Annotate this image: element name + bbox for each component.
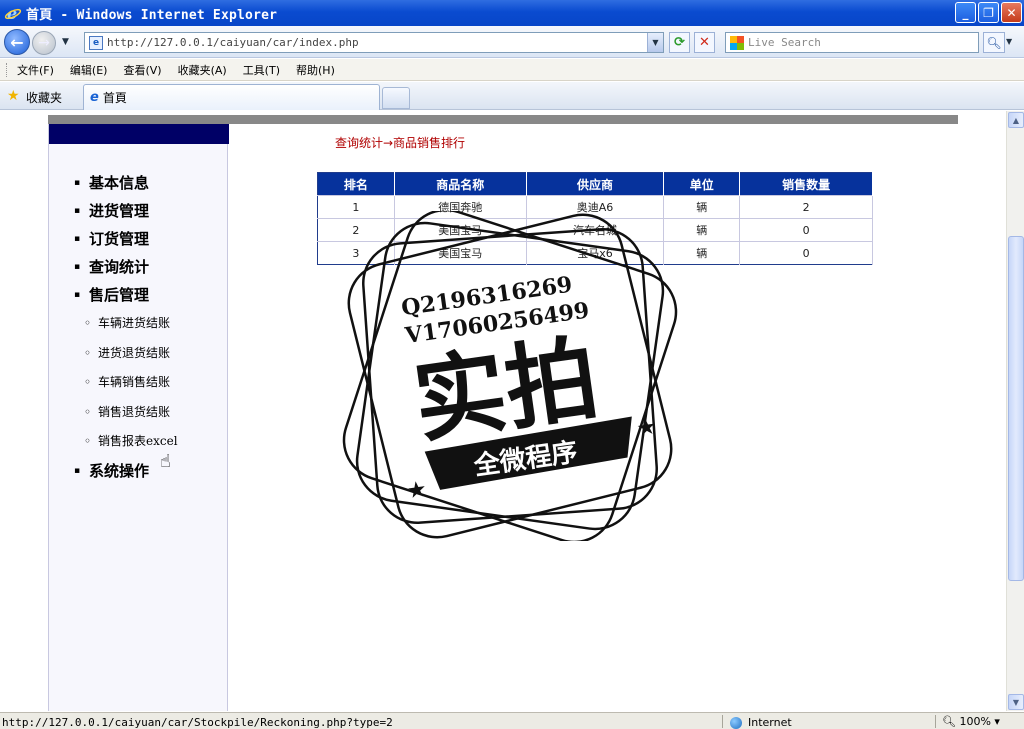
- page-icon: e: [89, 35, 103, 50]
- status-divider: [722, 715, 723, 728]
- sidebar-subitem-vehicle-purchase-settlement[interactable]: 车辆进货结账: [74, 309, 178, 339]
- forward-button[interactable]: →: [32, 31, 56, 55]
- refresh-button[interactable]: ⟳: [669, 32, 690, 53]
- menu-help[interactable]: 帮助(H): [296, 62, 335, 78]
- search-button[interactable]: 🔍︎: [983, 32, 1005, 53]
- table-cell: 2: [739, 195, 873, 219]
- zone-label: Internet: [748, 716, 792, 729]
- globe-icon: [730, 716, 742, 729]
- sidebar-item-purchasing[interactable]: 进货管理: [74, 197, 178, 225]
- zoom-value: 100%: [959, 715, 991, 728]
- table-cell: 0: [739, 241, 873, 265]
- page-content: 基本信息 进货管理 订货管理 查询统计 售后管理 车辆进货结账 进货退货结账 车…: [0, 111, 1006, 711]
- ie-tab-icon: e: [90, 90, 99, 105]
- sidebar-header: [49, 124, 229, 144]
- breadcrumb: 查询统计→商品销售排行: [335, 136, 466, 150]
- close-button[interactable]: ✕: [1001, 2, 1022, 23]
- window-titlebar: e 首頁 - Windows Internet Explorer _ ❐ ✕: [0, 0, 1024, 26]
- scroll-down-icon[interactable]: ▼: [1008, 694, 1024, 710]
- scroll-thumb[interactable]: [1008, 236, 1024, 581]
- favorites-star-icon[interactable]: ★: [7, 88, 20, 104]
- column-header: 供应商: [526, 172, 665, 196]
- menu-bar: 文件(F) 编辑(E) 查看(V) 收藏夹(A) 工具(T) 帮助(H): [0, 59, 1024, 81]
- column-header: 销售数量: [739, 172, 873, 196]
- status-bar: http://127.0.0.1/caiyuan/car/Stockpile/R…: [0, 712, 1024, 729]
- back-button[interactable]: ←: [4, 29, 30, 55]
- sidebar: 基本信息 进货管理 订货管理 查询统计 售后管理 车辆进货结账 进货退货结账 车…: [48, 124, 229, 711]
- sidebar-subitem-vehicle-sales-settlement[interactable]: 车辆销售结账: [74, 368, 178, 398]
- zoom-level[interactable]: 🔍︎ 100% ▾: [942, 715, 1000, 728]
- search-box[interactable]: Live Search: [725, 32, 979, 53]
- sidebar-item-query-stats[interactable]: 查询统计: [74, 253, 178, 281]
- history-dropdown-icon[interactable]: ▼: [62, 37, 69, 47]
- address-dropdown-icon[interactable]: ▼: [647, 33, 663, 52]
- tab-title: 首頁: [102, 91, 127, 105]
- sidebar-subitem-sales-return-settlement[interactable]: 销售退货结账: [74, 398, 178, 428]
- sidebar-item-ordering[interactable]: 订货管理: [74, 225, 178, 253]
- status-url: http://127.0.0.1/caiyuan/car/Stockpile/R…: [2, 716, 393, 729]
- sidebar-subitem-purchase-return-settlement[interactable]: 进货退货结账: [74, 339, 178, 369]
- new-tab-button[interactable]: [382, 87, 410, 109]
- column-header: 排名: [317, 172, 395, 196]
- toolbar-grip: [6, 62, 9, 77]
- sidebar-nav: 基本信息 进货管理 订货管理 查询统计 售后管理 车辆进货结账 进货退货结账 车…: [74, 169, 178, 485]
- menu-edit[interactable]: 编辑(E): [70, 62, 108, 78]
- status-divider: [935, 715, 936, 728]
- star-icon: ★: [635, 414, 658, 442]
- table-header-row: 排名 商品名称 供应商 单位 销售数量: [317, 172, 873, 196]
- favorites-bar: ★ 收藏夹 e 首頁: [0, 82, 1024, 110]
- column-header: 商品名称: [394, 172, 527, 196]
- hand-cursor-icon: ☝: [160, 451, 171, 472]
- search-options-icon[interactable]: ▼: [1006, 37, 1012, 46]
- navigation-bar: ← → ▼ e http://127.0.0.1/caiyuan/car/ind…: [0, 26, 1024, 58]
- table-cell: 0: [739, 218, 873, 242]
- search-placeholder[interactable]: Live Search: [748, 36, 821, 49]
- menu-file[interactable]: 文件(F): [17, 62, 54, 78]
- menu-view[interactable]: 查看(V): [123, 62, 161, 78]
- vertical-scrollbar[interactable]: ▲ ▼: [1006, 111, 1024, 711]
- address-bar[interactable]: e http://127.0.0.1/caiyuan/car/index.php…: [84, 32, 664, 53]
- header-strip: [48, 115, 958, 124]
- windows-logo-icon: [730, 35, 744, 50]
- sidebar-item-basic-info[interactable]: 基本信息: [74, 169, 178, 197]
- favorites-button[interactable]: 收藏夹: [26, 89, 62, 106]
- star-icon: ★: [405, 477, 428, 505]
- tab-home[interactable]: e 首頁: [83, 84, 380, 110]
- menu-favorites[interactable]: 收藏夹(A): [178, 62, 227, 78]
- address-url[interactable]: http://127.0.0.1/caiyuan/car/index.php: [107, 36, 359, 49]
- stop-button[interactable]: ✕: [694, 32, 715, 53]
- window-title: 首頁 - Windows Internet Explorer: [26, 7, 278, 23]
- minimize-button[interactable]: _: [955, 2, 976, 23]
- ie-logo-icon: e: [4, 4, 22, 22]
- menu-tools[interactable]: 工具(T): [243, 62, 280, 78]
- security-zone[interactable]: Internet: [730, 716, 792, 729]
- watermark-stamp: Q2196316269 V17060256499 实拍 全微程序 ★ ★: [342, 211, 678, 541]
- maximize-button[interactable]: ❐: [978, 2, 999, 23]
- column-header: 单位: [663, 172, 741, 196]
- scroll-up-icon[interactable]: ▲: [1008, 112, 1024, 128]
- sidebar-item-after-sales[interactable]: 售后管理: [74, 281, 178, 309]
